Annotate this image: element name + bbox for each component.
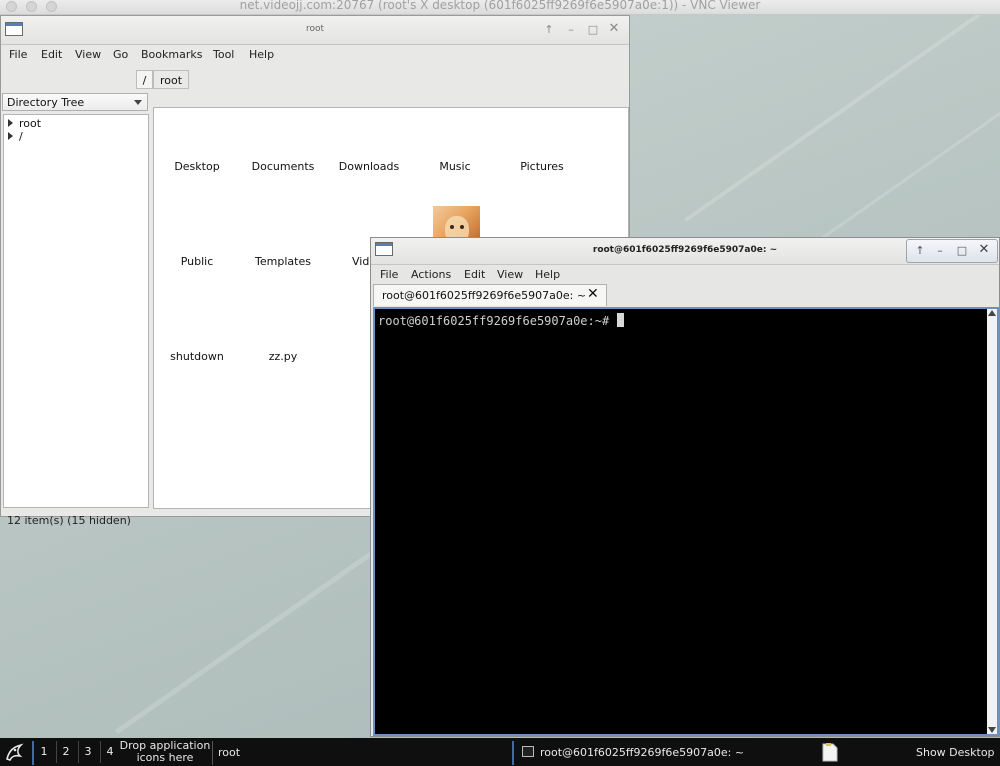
taskbar: 1 2 3 4 Drop application icons here root… [0, 738, 1000, 766]
menu-edit[interactable]: Edit [41, 48, 62, 61]
terminal-prompt: root@601f6025ff9269f6e5907a0e:~# [378, 313, 625, 328]
terminal-title: root@601f6025ff9269f6e5907a0e: ~ [592, 245, 778, 255]
workspace-4-button[interactable]: 4 [100, 741, 119, 763]
close-icon[interactable]: ✕ [607, 21, 621, 36]
file-item-zz-py[interactable]: zz.py [240, 350, 326, 363]
maximize-icon[interactable]: □ [955, 244, 969, 257]
clipboard-icon[interactable] [818, 741, 840, 763]
vnc-window-title: net.videojj.com:20767 (root's X desktop … [239, 0, 761, 12]
taskbar-window-file-manager[interactable]: root [218, 746, 240, 759]
file-item-desktop[interactable]: Desktop [154, 160, 240, 173]
shade-up-icon[interactable]: ↑ [542, 23, 556, 36]
close-tab-icon[interactable]: ✕ [587, 286, 599, 302]
file-manager-menubar: File Edit View Go Bookmarks Tool Help [1, 45, 629, 65]
file-item-shutdown[interactable]: shutdown [154, 350, 240, 363]
terminal-window: root@601f6025ff9269f6e5907a0e: ~ ↑ – □ ✕… [370, 237, 1000, 737]
file-item-public[interactable]: Public [154, 255, 240, 268]
terminal-titlebar[interactable]: root@601f6025ff9269f6e5907a0e: ~ ↑ – □ ✕ [371, 238, 999, 265]
show-desktop-button[interactable]: Show Desktop [916, 746, 995, 759]
taskbar-window-terminal[interactable]: root@601f6025ff9269f6e5907a0e: ~ [540, 746, 744, 759]
side-pane-mode-select[interactable]: Directory Tree [2, 93, 148, 111]
terminal-icon [522, 746, 534, 757]
scroll-down-icon[interactable] [988, 727, 996, 733]
file-item-pictures[interactable]: Pictures [499, 160, 585, 173]
text-cursor [617, 313, 625, 327]
menu-view[interactable]: View [497, 268, 523, 281]
menu-file[interactable]: File [9, 48, 27, 61]
menu-bookmarks[interactable]: Bookmarks [141, 48, 202, 61]
workspace-3-button[interactable]: 3 [78, 741, 97, 763]
terminal-screen[interactable]: root@601f6025ff9269f6e5907a0e:~# [373, 307, 999, 736]
scroll-up-icon[interactable] [988, 310, 996, 316]
close-icon[interactable]: ✕ [977, 242, 991, 257]
path-button-root-dir[interactable]: / [136, 70, 153, 89]
expand-arrow-icon[interactable] [8, 132, 13, 140]
menu-view[interactable]: View [75, 48, 101, 61]
directory-tree: root / [3, 114, 149, 508]
terminal-tab-label: root@601f6025ff9269f6e5907a0e: ~ [382, 289, 587, 302]
start-menu-icon[interactable] [3, 741, 25, 763]
vnc-title-bar: net.videojj.com:20767 (root's X desktop … [0, 0, 1000, 15]
tree-item-label: / [19, 130, 23, 143]
file-manager-titlebar[interactable]: root ↑ – □ ✕ [1, 16, 629, 45]
menu-help[interactable]: Help [249, 48, 274, 61]
workspace-2-button[interactable]: 2 [56, 741, 75, 763]
menu-tool[interactable]: Tool [213, 48, 234, 61]
scrollbar[interactable] [987, 309, 997, 734]
file-item-downloads[interactable]: Downloads [326, 160, 412, 173]
tree-item-root[interactable]: root [8, 117, 41, 130]
menu-edit[interactable]: Edit [464, 268, 485, 281]
tree-item-slash[interactable]: / [8, 130, 23, 143]
window-controls: ↑ – □ ✕ [906, 239, 998, 263]
maximize-icon[interactable]: □ [586, 23, 600, 36]
menu-actions[interactable]: Actions [411, 268, 451, 281]
minimize-icon[interactable]: – [564, 23, 578, 36]
file-item-templates[interactable]: Templates [240, 255, 326, 268]
menu-file[interactable]: File [380, 268, 398, 281]
status-bar: 12 item(s) (15 hidden) [7, 514, 131, 527]
side-pane-mode-label: Directory Tree [7, 96, 85, 109]
terminal-menubar: File Actions Edit View Help [371, 265, 999, 285]
chevron-down-icon [134, 100, 142, 105]
file-manager-title: root [305, 24, 325, 34]
workspace-1-button[interactable]: 1 [35, 741, 53, 763]
tree-item-label: root [19, 117, 42, 130]
shade-up-icon[interactable]: ↑ [913, 244, 927, 257]
expand-arrow-icon[interactable] [8, 119, 13, 127]
path-button-root[interactable]: root [153, 70, 189, 89]
path-bar: / root [1, 67, 629, 91]
menu-help[interactable]: Help [535, 268, 560, 281]
file-item-music[interactable]: Music [412, 160, 498, 173]
menu-go[interactable]: Go [113, 48, 128, 61]
launcher-drop-area: Drop application icons here [119, 739, 211, 764]
minimize-icon[interactable]: – [933, 244, 947, 257]
file-item-documents[interactable]: Documents [240, 160, 326, 173]
terminal-tab[interactable]: root@601f6025ff9269f6e5907a0e: ~ ✕ [373, 284, 607, 306]
